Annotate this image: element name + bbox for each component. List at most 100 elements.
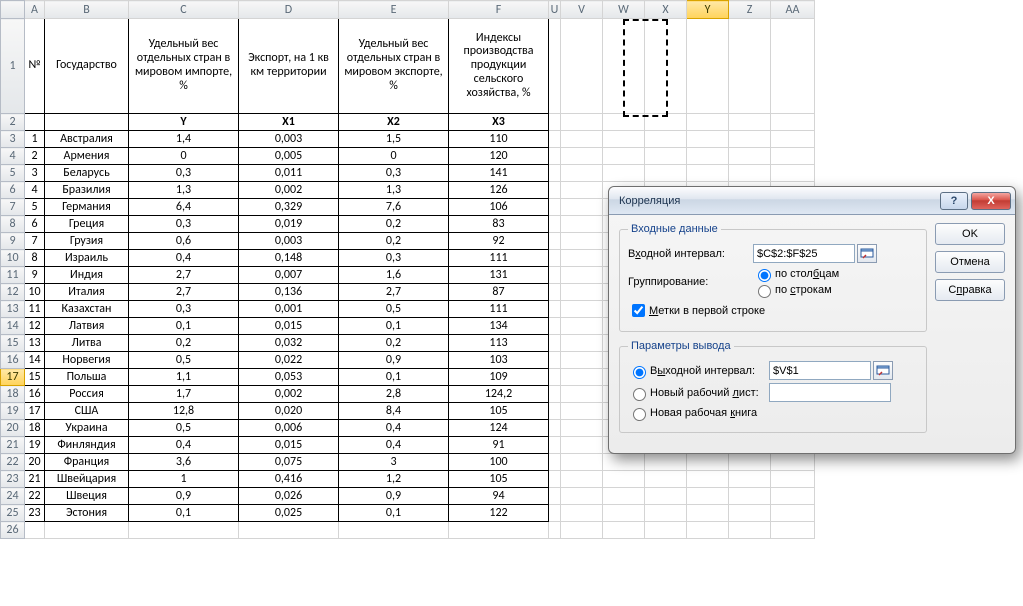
data-cell[interactable]: Бразилия bbox=[45, 182, 128, 198]
data-cell[interactable]: 113 bbox=[449, 335, 548, 351]
cell[interactable] bbox=[561, 403, 602, 419]
data-cell[interactable]: 0,4 bbox=[129, 437, 238, 453]
cell[interactable] bbox=[687, 505, 728, 521]
header-cell[interactable]: X3 bbox=[449, 114, 548, 130]
cell[interactable] bbox=[561, 335, 602, 351]
data-cell[interactable]: 124,2 bbox=[449, 386, 548, 402]
data-cell[interactable]: 0,136 bbox=[239, 284, 338, 300]
cell[interactable] bbox=[549, 522, 560, 538]
cell[interactable] bbox=[645, 471, 686, 487]
cell[interactable] bbox=[549, 165, 560, 181]
data-cell[interactable]: Казахстан bbox=[45, 301, 128, 317]
cell[interactable] bbox=[729, 19, 770, 113]
cell[interactable] bbox=[561, 250, 602, 266]
data-cell[interactable]: 0,9 bbox=[339, 488, 448, 504]
data-cell[interactable]: 1,7 bbox=[129, 386, 238, 402]
header-cell[interactable]: Y bbox=[129, 114, 238, 130]
by-columns-radio[interactable] bbox=[758, 269, 771, 282]
data-cell[interactable]: 134 bbox=[449, 318, 548, 334]
output-range-field[interactable] bbox=[769, 361, 871, 380]
cell[interactable] bbox=[771, 148, 814, 164]
data-cell[interactable]: 0,1 bbox=[129, 318, 238, 334]
data-cell[interactable]: 10 bbox=[25, 284, 44, 300]
header-cell[interactable]: X2 bbox=[339, 114, 448, 130]
data-cell[interactable]: 20 bbox=[25, 454, 44, 470]
data-cell[interactable]: 122 bbox=[449, 505, 548, 521]
cell[interactable] bbox=[645, 19, 686, 113]
data-cell[interactable]: 1,6 bbox=[339, 267, 448, 283]
column-header[interactable]: D bbox=[239, 1, 339, 19]
cell[interactable] bbox=[687, 148, 728, 164]
cell[interactable] bbox=[729, 471, 770, 487]
cell[interactable] bbox=[549, 386, 560, 402]
data-cell[interactable]: 0,4 bbox=[339, 437, 448, 453]
data-cell[interactable]: 0,015 bbox=[239, 318, 338, 334]
data-cell[interactable]: 1,2 bbox=[339, 471, 448, 487]
cell[interactable] bbox=[129, 522, 238, 538]
cell[interactable] bbox=[561, 437, 602, 453]
data-cell[interactable]: Латвия bbox=[45, 318, 128, 334]
row-header[interactable]: 10 bbox=[1, 250, 25, 267]
data-cell[interactable]: 2,8 bbox=[339, 386, 448, 402]
row-header[interactable]: 9 bbox=[1, 233, 25, 250]
cell[interactable] bbox=[771, 131, 814, 147]
cell[interactable] bbox=[603, 148, 644, 164]
header-cell[interactable] bbox=[25, 114, 44, 130]
data-cell[interactable]: 100 bbox=[449, 454, 548, 470]
data-cell[interactable]: 0,3 bbox=[339, 165, 448, 181]
cell[interactable] bbox=[729, 454, 770, 470]
dialog-close-button[interactable]: X bbox=[971, 192, 1011, 210]
data-cell[interactable]: 6,4 bbox=[129, 199, 238, 215]
cell[interactable] bbox=[549, 233, 560, 249]
row-header[interactable]: 5 bbox=[1, 165, 25, 182]
data-cell[interactable]: 13 bbox=[25, 335, 44, 351]
input-range-ref-button[interactable] bbox=[857, 244, 877, 263]
cancel-button[interactable]: Отмена bbox=[935, 251, 1005, 273]
column-header[interactable]: B bbox=[45, 1, 129, 19]
data-cell[interactable]: 9 bbox=[25, 267, 44, 283]
row-header[interactable]: 8 bbox=[1, 216, 25, 233]
header-cell[interactable] bbox=[45, 114, 128, 130]
data-cell[interactable]: 120 bbox=[449, 148, 548, 164]
data-cell[interactable]: 1 bbox=[129, 471, 238, 487]
cell[interactable] bbox=[549, 369, 560, 385]
column-header[interactable]: AA bbox=[771, 1, 815, 19]
data-cell[interactable]: 0,4 bbox=[129, 250, 238, 266]
cell[interactable] bbox=[771, 522, 814, 538]
data-cell[interactable]: 0,032 bbox=[239, 335, 338, 351]
data-cell[interactable]: США bbox=[45, 403, 128, 419]
data-cell[interactable]: 0,005 bbox=[239, 148, 338, 164]
data-cell[interactable]: 0 bbox=[129, 148, 238, 164]
cell[interactable] bbox=[549, 352, 560, 368]
data-cell[interactable]: 21 bbox=[25, 471, 44, 487]
row-header[interactable]: 23 bbox=[1, 471, 25, 488]
cell[interactable] bbox=[549, 420, 560, 436]
data-cell[interactable]: 109 bbox=[449, 369, 548, 385]
cell[interactable] bbox=[729, 505, 770, 521]
data-cell[interactable]: Греция bbox=[45, 216, 128, 232]
cell[interactable] bbox=[549, 471, 560, 487]
data-cell[interactable]: 87 bbox=[449, 284, 548, 300]
data-cell[interactable]: 0,003 bbox=[239, 233, 338, 249]
data-cell[interactable]: 3 bbox=[25, 165, 44, 181]
data-cell[interactable]: 103 bbox=[449, 352, 548, 368]
row-header[interactable]: 15 bbox=[1, 335, 25, 352]
cell[interactable] bbox=[561, 301, 602, 317]
row-header[interactable]: 21 bbox=[1, 437, 25, 454]
data-cell[interactable]: Польша bbox=[45, 369, 128, 385]
data-cell[interactable]: Франция bbox=[45, 454, 128, 470]
data-cell[interactable]: Германия bbox=[45, 199, 128, 215]
row-header[interactable]: 13 bbox=[1, 301, 25, 318]
data-cell[interactable]: 106 bbox=[449, 199, 548, 215]
cell[interactable] bbox=[771, 505, 814, 521]
cell[interactable] bbox=[561, 352, 602, 368]
data-cell[interactable]: 0,015 bbox=[239, 437, 338, 453]
data-cell[interactable]: 141 bbox=[449, 165, 548, 181]
data-cell[interactable]: 111 bbox=[449, 301, 548, 317]
row-header[interactable]: 26 bbox=[1, 522, 25, 539]
header-cell[interactable]: X1 bbox=[239, 114, 338, 130]
cell[interactable] bbox=[561, 522, 602, 538]
data-cell[interactable]: 22 bbox=[25, 488, 44, 504]
cell[interactable] bbox=[561, 199, 602, 215]
data-cell[interactable]: 126 bbox=[449, 182, 548, 198]
